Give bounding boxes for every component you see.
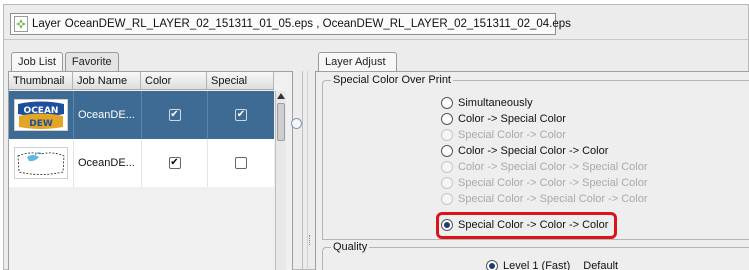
group-title: Special Color Over Print: [331, 74, 453, 86]
option-label: Special Color -> Special Color -> Color: [458, 193, 648, 205]
special-checkbox[interactable]: [235, 157, 247, 169]
color-checkbox[interactable]: ✔: [168, 157, 181, 169]
table-row[interactable]: OceanDE... ✔: [9, 139, 274, 187]
option-simultaneously[interactable]: Simultaneously: [441, 96, 533, 110]
quality-option[interactable]: Level 1 (Fast) Default: [486, 260, 618, 270]
radio-button[interactable]: [441, 97, 453, 109]
radio-button: [441, 129, 453, 141]
divider: [4, 39, 748, 40]
quality-group: Quality Level 1 (Fast) Default: [322, 241, 749, 270]
radio-button[interactable]: [441, 113, 453, 125]
app-window: Layer OceanDEW_RL_LAYER_02_151311_01_05.…: [3, 4, 749, 270]
splitter-handle[interactable]: [291, 118, 302, 129]
job-name-cell: OceanDE...: [73, 139, 141, 187]
layer-icon: [14, 16, 28, 32]
color-cell: ✔: [141, 91, 207, 139]
group-title: Quality: [331, 241, 370, 253]
column-header-job-name[interactable]: Job Name: [73, 72, 141, 90]
column-header-thumbnail[interactable]: Thumbnail: [9, 72, 73, 90]
radio-button: [441, 161, 453, 173]
radio-button[interactable]: [441, 145, 453, 157]
special-checkbox[interactable]: ✔: [235, 109, 247, 121]
column-header-special[interactable]: Special: [207, 72, 274, 90]
radio-button: [441, 193, 453, 205]
special-color-over-print-group: Special Color Over Print Simultaneously …: [322, 74, 749, 240]
option-special-color-special: Special Color -> Color -> Special Color: [441, 176, 648, 190]
layer-adjust-panel: Special Color Over Print Simultaneously …: [315, 71, 749, 270]
splitter-grip-icon[interactable]: [309, 235, 311, 245]
job-list-body: OCEAN DEW OceanDE... ✔ ✔ OceanDE... ✔: [9, 91, 274, 187]
thumbnail-image: [14, 147, 68, 179]
special-cell: [207, 139, 274, 187]
option-color-special[interactable]: Color -> Special Color: [441, 112, 566, 126]
tab-layer-adjust[interactable]: Layer Adjust: [318, 52, 397, 71]
option-label: Color -> Special Color -> Special Color: [458, 161, 648, 173]
right-tabs: Layer Adjust: [318, 52, 399, 71]
option-label: Color -> Special Color: [458, 113, 566, 125]
svg-text:OCEAN: OCEAN: [24, 106, 59, 116]
layer-label: Layer: [32, 18, 61, 30]
left-tabs: Job List Favorite: [11, 52, 121, 71]
layer-bar[interactable]: Layer OceanDEW_RL_LAYER_02_151311_01_05.…: [10, 13, 571, 35]
thumbnail-image: OCEAN DEW: [14, 99, 68, 131]
option-label: Level 1 (Fast): [503, 260, 571, 270]
thumbnail-cell: OCEAN DEW: [9, 91, 73, 139]
scroll-up-arrow-icon[interactable]: [277, 93, 285, 99]
option-special-color: Special Color -> Color: [441, 128, 566, 142]
splitter-divider-inner: [307, 71, 308, 270]
job-name-cell: OceanDE...: [73, 91, 141, 139]
tab-favorite[interactable]: Favorite: [64, 52, 119, 71]
radio-button: [441, 177, 453, 189]
option-special-special-color: Special Color -> Special Color -> Color: [441, 192, 648, 206]
scroll-thumb[interactable]: [277, 103, 285, 141]
radio-button-selected[interactable]: [486, 260, 498, 270]
job-list-panel: Thumbnail Job Name Color Special OCEAN D…: [8, 71, 293, 270]
column-header-color[interactable]: Color: [141, 72, 207, 90]
option-color-special-color[interactable]: Color -> Special Color -> Color: [441, 144, 608, 158]
option-label: Special Color -> Color -> Special Color: [458, 177, 648, 189]
option-label: Color -> Special Color -> Color: [458, 145, 609, 157]
layer-files: OceanDEW_RL_LAYER_02_151311_01_05.eps , …: [64, 18, 571, 30]
vertical-scrollbar[interactable]: [275, 91, 286, 270]
splitter-divider: [302, 71, 303, 270]
option-label: Special Color -> Color: [458, 129, 566, 141]
svg-text:DEW: DEW: [29, 119, 53, 129]
highlight-box: [436, 212, 617, 239]
color-cell: ✔: [141, 139, 207, 187]
thumbnail-cell: [9, 139, 73, 187]
tab-job-list[interactable]: Job List: [11, 52, 63, 71]
table-row[interactable]: OCEAN DEW OceanDE... ✔ ✔: [9, 91, 274, 139]
job-list-header: Thumbnail Job Name Color Special: [9, 72, 274, 90]
special-cell: ✔: [207, 91, 274, 139]
color-checkbox[interactable]: ✔: [168, 109, 181, 121]
option-color-special-special: Color -> Special Color -> Special Color: [441, 160, 648, 174]
default-label: Default: [583, 260, 619, 270]
option-label: Simultaneously: [458, 97, 533, 109]
